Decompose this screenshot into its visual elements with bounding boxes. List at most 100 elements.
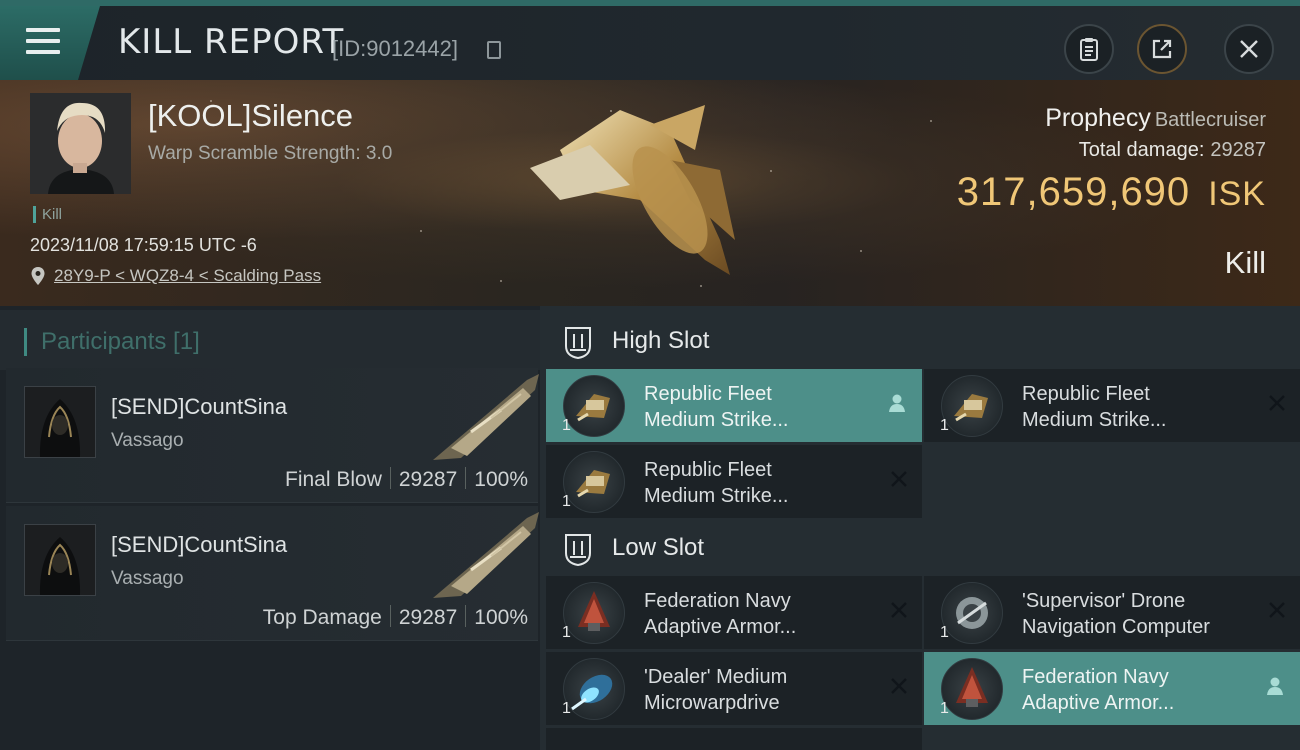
module-name-line2: Navigation Computer	[1022, 616, 1210, 638]
module-slot[interactable]: 1 Republic Fleet Medium Strike...	[546, 369, 922, 442]
module-icon	[941, 375, 1003, 437]
module-slot[interactable]: 1 Federation Navy Adaptive Armor...	[924, 652, 1300, 725]
kill-tag: Kill	[33, 206, 62, 223]
location-link[interactable]: 28Y9-P < WQZ8-4 < Scalding Pass	[54, 266, 321, 285]
module-icon	[941, 582, 1003, 644]
ship-class: Battlecruiser	[1154, 109, 1266, 131]
module-icon	[941, 658, 1003, 720]
module-quantity: 1	[562, 700, 571, 717]
participant-damage: 29287	[398, 606, 458, 629]
module-slot-partial[interactable]	[546, 728, 922, 750]
total-damage: Total damage: 29287	[1079, 139, 1266, 162]
victim-banner: [KOOL]Silence Warp Scramble Strength: 3.…	[0, 80, 1300, 306]
share-icon	[1152, 39, 1172, 59]
module-name-line1: 'Supervisor' Drone	[1022, 590, 1186, 612]
participant-row[interactable]: [SEND]CountSina Vassago Final Blow 29287 1…	[6, 368, 539, 503]
module-quantity: 1	[562, 417, 571, 434]
module-icon	[563, 658, 625, 720]
module-name-line2: Microwarpdrive	[644, 692, 780, 714]
x-icon	[891, 678, 907, 694]
module-name-line2: Medium Strike...	[644, 485, 789, 507]
module-quantity: 1	[562, 493, 571, 510]
module-name-line2: Medium Strike...	[1022, 409, 1167, 431]
module-quantity: 1	[562, 624, 571, 641]
participant-role: Final Blow	[285, 468, 382, 491]
module-name-line1: Federation Navy	[1022, 666, 1169, 688]
module-slot[interactable]: 1 Republic Fleet Medium Strike...	[924, 369, 1300, 442]
module-name: Republic Fleet Medium Strike...	[644, 457, 884, 509]
participant-avatar[interactable]	[24, 524, 96, 596]
total-damage-label: Total damage:	[1078, 139, 1205, 161]
participant-avatar[interactable]	[24, 386, 96, 458]
module-slot[interactable]: 1 'Dealer' Medium Microwarpdrive	[546, 652, 922, 725]
module-quantity: 1	[940, 700, 949, 717]
participant-stats: Final Blow 29287 100%	[285, 467, 528, 492]
kill-datetime: 2023/11/08 17:59:15 UTC -6	[30, 235, 257, 255]
low-slot-label: Low Slot	[612, 534, 705, 561]
total-damage-value: 29287	[1210, 139, 1266, 161]
participant-row[interactable]: [SEND]CountSina Vassago Top Damage 29287 1…	[6, 506, 539, 641]
module-name: Republic Fleet Medium Strike...	[1022, 381, 1262, 433]
low-slot-icon	[565, 534, 591, 567]
low-slot-header: Low Slot	[540, 521, 1300, 581]
victim-ship[interactable]: Prophecy Battlecruiser	[1045, 104, 1266, 133]
module-name-line1: Republic Fleet	[644, 459, 772, 481]
module-name: Federation Navy Adaptive Armor...	[644, 588, 884, 640]
module-name-line2: Adaptive Armor...	[1022, 692, 1175, 714]
x-icon	[1269, 602, 1285, 618]
participant-name[interactable]: [SEND]CountSina	[111, 394, 287, 420]
menu-icon	[26, 28, 60, 61]
participant-percent: 100%	[474, 468, 528, 491]
participant-percent: 100%	[474, 606, 528, 629]
page-title: KILL REPORT	[118, 22, 345, 62]
high-slot-label: High Slot	[612, 327, 710, 354]
x-icon	[891, 471, 907, 487]
copy-icon[interactable]	[487, 37, 504, 59]
person-icon	[889, 394, 905, 412]
participant-stats: Top Damage 29287 100%	[263, 605, 528, 630]
high-slot-header: High Slot	[540, 314, 1300, 374]
location-pin-icon	[31, 267, 45, 285]
kill-location[interactable]: 28Y9-P < WQZ8-4 < Scalding Pass	[30, 266, 321, 286]
module-name: 'Supervisor' Drone Navigation Computer	[1022, 588, 1262, 640]
victim-name[interactable]: [KOOL]Silence	[148, 98, 353, 134]
participant-name[interactable]: [SEND]CountSina	[111, 532, 287, 558]
isk-unit: ISK	[1208, 175, 1266, 213]
module-name-line1: Federation Navy	[644, 590, 791, 612]
module-name-line1: Republic Fleet	[1022, 383, 1150, 405]
close-icon	[1240, 40, 1258, 58]
clipboard-icon	[1080, 38, 1098, 61]
x-icon	[891, 602, 907, 618]
module-name: Republic Fleet Medium Strike...	[644, 381, 884, 433]
victim-ship-image	[530, 105, 735, 275]
module-slot[interactable]: 1 'Supervisor' Drone Navigation Computer	[924, 576, 1300, 649]
module-name-line2: Adaptive Armor...	[644, 616, 797, 638]
module-name-line1: Republic Fleet	[644, 383, 772, 405]
isk-amount: 317,659,690	[956, 170, 1191, 214]
isk-value: 317,659,690 ISK	[957, 170, 1266, 215]
module-quantity: 1	[940, 417, 949, 434]
x-icon	[1269, 395, 1285, 411]
top-bar: KILL REPORT [ID:9012442]	[0, 0, 1300, 80]
module-icon	[563, 451, 625, 513]
module-slot[interactable]: 1 Federation Navy Adaptive Armor...	[546, 576, 922, 649]
close-button[interactable]	[1224, 24, 1274, 74]
participants-panel: Participants [1] [SEND]CountSina Vassago…	[0, 306, 540, 750]
menu-button[interactable]	[0, 6, 100, 80]
module-name: 'Dealer' Medium Microwarpdrive	[644, 664, 884, 716]
module-slot[interactable]: 1 Republic Fleet Medium Strike...	[546, 445, 922, 518]
module-name-line2: Medium Strike...	[644, 409, 789, 431]
high-slot-icon	[565, 327, 591, 360]
participant-role: Top Damage	[262, 606, 382, 629]
victim-avatar[interactable]	[30, 93, 131, 194]
module-name: Federation Navy Adaptive Armor...	[1022, 664, 1262, 716]
module-icon	[563, 375, 625, 437]
share-button[interactable]	[1137, 24, 1187, 74]
module-name-line1: 'Dealer' Medium	[644, 666, 788, 688]
ship-name: Prophecy	[1045, 104, 1151, 132]
clipboard-button[interactable]	[1064, 24, 1114, 74]
result-label: Kill	[1224, 245, 1266, 280]
participant-ship: Vassago	[111, 568, 184, 589]
person-icon	[1267, 677, 1283, 695]
participant-ship-image	[433, 512, 539, 598]
